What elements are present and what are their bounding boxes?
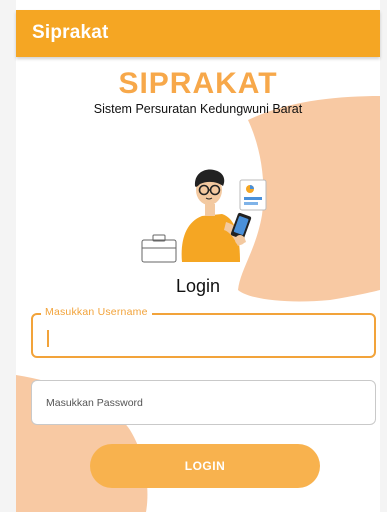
username-field[interactable]: Masukkan Username xyxy=(31,306,376,358)
brand-logo-text: SIPRAKAT xyxy=(118,67,278,100)
login-button[interactable]: LOGIN xyxy=(90,444,320,488)
chart-card-icon xyxy=(239,179,267,211)
person-with-phone-illustration xyxy=(141,169,267,263)
brand-subtitle: Sistem Persuratan Kedungwuni Barat xyxy=(93,102,303,116)
app-title: Siprakat xyxy=(32,22,109,43)
app-bar: Siprakat xyxy=(16,10,380,57)
login-heading: Login xyxy=(175,276,221,296)
password-placeholder: Masukkan Password xyxy=(46,397,143,409)
username-label: Masukkan Username xyxy=(41,306,152,318)
login-button-label: LOGIN xyxy=(184,459,226,473)
brand-block: SIPRAKAT Sistem Persuratan Kedungwuni Ba… xyxy=(16,67,380,117)
login-screen: Siprakat SIPRAKAT Sistem Persuratan Kedu… xyxy=(0,0,387,512)
text-cursor xyxy=(47,330,49,347)
password-field[interactable]: Masukkan Password xyxy=(31,380,376,425)
briefcase-icon xyxy=(141,234,177,263)
